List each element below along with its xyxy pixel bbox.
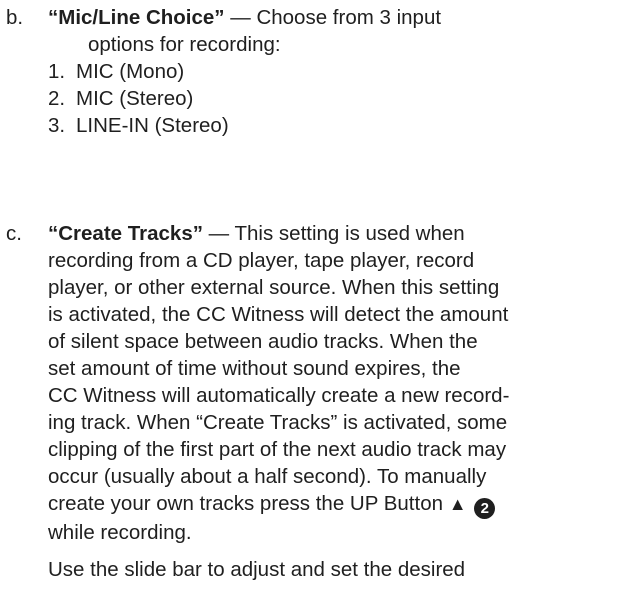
paragraph-slide-bar: Use the slide bar to adjust and set the … bbox=[48, 558, 466, 581]
text-line: ing track. When “Create Tracks” is activ… bbox=[48, 411, 508, 434]
text-line: recording from a CD player, tape player,… bbox=[48, 249, 475, 272]
text-line: occur (usually about a half second). To … bbox=[48, 465, 487, 488]
up-triangle-icon: ▲ bbox=[448, 494, 467, 514]
text-line: — This setting is used when bbox=[202, 222, 465, 245]
item-mic-line-choice: b. “Mic/Line Choice” — Choose from 3 inp… bbox=[6, 4, 609, 139]
text-line: create your own tracks press the UP Butt… bbox=[48, 492, 449, 515]
item-intro: — Choose from 3 input bbox=[224, 6, 442, 29]
item-title: “Mic/Line Choice” bbox=[48, 6, 225, 29]
item-title: “Create Tracks” bbox=[48, 222, 203, 245]
text-line: of silent space between audio tracks. Wh… bbox=[48, 330, 478, 353]
item-marker: b. bbox=[6, 6, 24, 29]
text-line: CC Witness will automatically create a n… bbox=[48, 384, 510, 407]
text-line: while recording. bbox=[48, 521, 192, 544]
list-item: 2. MIC (Stereo) bbox=[48, 87, 194, 110]
text-line: player, or other external source. When t… bbox=[48, 276, 500, 299]
list-item: 3. LINE-IN (Stereo) bbox=[48, 114, 229, 137]
text-line: clipping of the first part of the next a… bbox=[48, 438, 507, 461]
text-line: set amount of time without sound expires… bbox=[48, 357, 461, 380]
text-line: is activated, the CC Witness will detect… bbox=[48, 303, 509, 326]
manual-page: b. “Mic/Line Choice” — Choose from 3 inp… bbox=[0, 0, 619, 594]
circled-number-icon: 2 bbox=[474, 498, 496, 519]
options-list: 1. MIC (Mono) 2. MIC (Stereo) 3. LINE-IN… bbox=[6, 58, 609, 139]
item-create-tracks: c. “Create Tracks” — This setting is use… bbox=[6, 220, 609, 583]
item-marker: c. bbox=[6, 222, 22, 245]
list-item: 1. MIC (Mono) bbox=[48, 60, 185, 83]
item-intro-continuation: options for recording: bbox=[88, 33, 281, 56]
